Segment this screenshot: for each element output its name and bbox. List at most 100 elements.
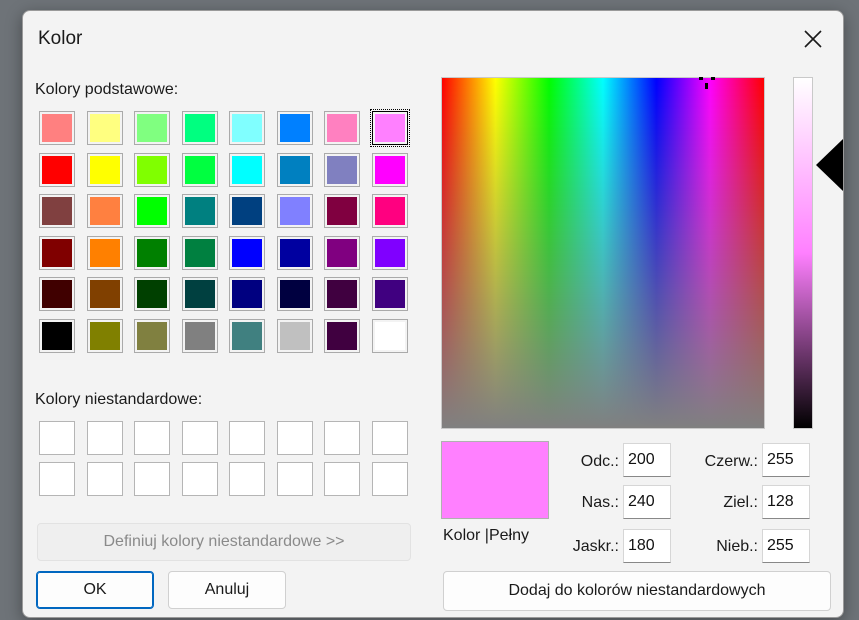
- basic-color-swatch[interactable]: [39, 194, 75, 228]
- custom-color-swatch[interactable]: [276, 421, 313, 455]
- swatch-fill: [279, 197, 310, 225]
- basic-color-swatch[interactable]: [324, 277, 360, 311]
- close-icon: [804, 30, 822, 48]
- basic-color-swatch[interactable]: [276, 277, 313, 311]
- sat-input[interactable]: 240: [623, 485, 671, 519]
- basic-color-swatch[interactable]: [181, 277, 218, 311]
- custom-color-swatch[interactable]: [39, 462, 75, 496]
- basic-color-swatch[interactable]: [276, 152, 313, 187]
- basic-color-swatch[interactable]: [86, 277, 123, 311]
- basic-color-swatch[interactable]: [276, 235, 313, 270]
- swatch-fill: [374, 197, 405, 225]
- swatch-fill: [327, 321, 357, 350]
- basic-color-swatch[interactable]: [86, 318, 123, 353]
- swatch-fill: [374, 321, 405, 350]
- basic-color-swatch[interactable]: [39, 152, 75, 187]
- swatch-fill: [232, 321, 262, 350]
- custom-color-swatch[interactable]: [39, 421, 75, 455]
- custom-color-swatch[interactable]: [181, 421, 218, 455]
- basic-color-swatch[interactable]: [86, 111, 123, 145]
- basic-color-swatch[interactable]: [86, 194, 123, 228]
- hue-input[interactable]: 200: [623, 443, 671, 477]
- basic-color-swatch[interactable]: [324, 111, 360, 145]
- luminance-arrow-icon[interactable]: [816, 139, 843, 191]
- basic-color-swatch[interactable]: [181, 318, 218, 353]
- swatch-fill: [184, 114, 215, 142]
- basic-color-swatch[interactable]: [324, 152, 360, 187]
- lum-input[interactable]: 180: [623, 529, 671, 563]
- sat-label: Nas.:: [581, 494, 619, 511]
- dialog-title: Kolor: [38, 28, 83, 49]
- custom-color-swatch[interactable]: [371, 421, 408, 455]
- swatch-fill: [279, 238, 310, 267]
- basic-color-swatch[interactable]: [324, 194, 360, 228]
- title-bar: Kolor: [23, 11, 843, 67]
- basic-color-swatch[interactable]: [181, 235, 218, 270]
- swatch-fill: [374, 238, 405, 267]
- basic-color-swatch[interactable]: [229, 235, 265, 270]
- basic-color-swatch[interactable]: [324, 318, 360, 353]
- custom-color-swatch[interactable]: [134, 462, 170, 496]
- close-button[interactable]: [783, 11, 843, 67]
- custom-color-swatch[interactable]: [134, 421, 170, 455]
- swatch-fill: [232, 197, 262, 225]
- basic-color-swatch[interactable]: [134, 152, 170, 187]
- ok-button[interactable]: OK: [36, 571, 154, 609]
- basic-color-swatch[interactable]: [371, 318, 408, 353]
- basic-color-swatch[interactable]: [181, 152, 218, 187]
- basic-color-swatch[interactable]: [181, 111, 218, 145]
- basic-color-swatch[interactable]: [86, 152, 123, 187]
- color-spectrum[interactable]: [441, 77, 765, 429]
- define-custom-colors-button[interactable]: Definiuj kolory niestandardowe >>: [37, 523, 411, 561]
- basic-color-swatch[interactable]: [39, 318, 75, 353]
- custom-color-swatch[interactable]: [324, 462, 360, 496]
- basic-color-swatch[interactable]: [229, 318, 265, 353]
- basic-color-swatch[interactable]: [39, 111, 75, 145]
- swatch-fill: [327, 280, 357, 308]
- basic-color-swatch[interactable]: [134, 318, 170, 353]
- custom-color-swatch[interactable]: [324, 421, 360, 455]
- custom-color-swatch[interactable]: [86, 421, 123, 455]
- basic-color-swatch[interactable]: [371, 235, 408, 270]
- basic-color-swatch[interactable]: [134, 194, 170, 228]
- basic-color-swatch[interactable]: [276, 194, 313, 228]
- basic-color-swatch[interactable]: [371, 194, 408, 228]
- basic-color-swatch[interactable]: [39, 277, 75, 311]
- luminance-slider[interactable]: [793, 77, 813, 429]
- cancel-button[interactable]: Anuluj: [168, 571, 286, 609]
- basic-color-swatch[interactable]: [324, 235, 360, 270]
- swatch-fill: [184, 155, 215, 184]
- basic-color-swatch[interactable]: [134, 235, 170, 270]
- basic-color-swatch[interactable]: [229, 194, 265, 228]
- basic-color-swatch[interactable]: [229, 152, 265, 187]
- basic-color-swatch[interactable]: [39, 235, 75, 270]
- swatch-fill: [232, 114, 262, 142]
- basic-color-swatch[interactable]: [134, 111, 170, 145]
- basic-color-swatch[interactable]: [86, 235, 123, 270]
- basic-color-swatch[interactable]: [229, 277, 265, 311]
- lum-label: Jaskr.:: [572, 538, 619, 555]
- basic-color-swatch[interactable]: [371, 152, 408, 187]
- blue-input[interactable]: 255: [762, 529, 810, 563]
- red-input[interactable]: 255: [762, 443, 810, 477]
- basic-color-swatch[interactable]: [134, 277, 170, 311]
- basic-color-swatch[interactable]: [181, 194, 218, 228]
- custom-color-swatch[interactable]: [276, 462, 313, 496]
- swatch-fill: [89, 197, 120, 225]
- swatch-fill: [137, 155, 167, 184]
- custom-color-swatch[interactable]: [86, 462, 123, 496]
- custom-color-swatch[interactable]: [229, 421, 265, 455]
- basic-color-swatch[interactable]: [229, 111, 265, 145]
- swatch-fill: [89, 114, 120, 142]
- basic-color-swatch[interactable]: [276, 111, 313, 145]
- swatch-fill: [184, 238, 215, 267]
- custom-color-swatch[interactable]: [371, 462, 408, 496]
- basic-color-swatch[interactable]: [276, 318, 313, 353]
- basic-color-swatch[interactable]: [371, 277, 408, 311]
- green-input[interactable]: 128: [762, 485, 810, 519]
- add-to-custom-colors-button[interactable]: Dodaj do kolorów niestandardowych: [443, 571, 831, 611]
- custom-color-swatch[interactable]: [229, 462, 265, 496]
- custom-color-swatch[interactable]: [181, 462, 218, 496]
- swatch-fill: [42, 321, 72, 350]
- basic-color-swatch[interactable]: [369, 109, 410, 147]
